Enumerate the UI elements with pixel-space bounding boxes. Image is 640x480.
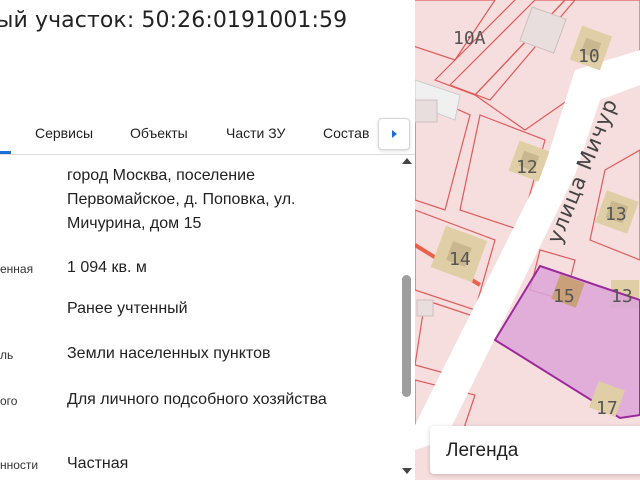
info-panel: ый участок: 50:26:0191001:59 Сервисы Объ… bbox=[0, 0, 415, 480]
parcel-label-17: 17 bbox=[596, 398, 618, 419]
land-category-label: ль bbox=[0, 348, 14, 362]
tab-parcel-parts[interactable]: Части ЗУ bbox=[226, 125, 285, 141]
tab-bar: Сервисы Объекты Части ЗУ Состав bbox=[0, 118, 415, 155]
cadastral-map[interactable]: 10А 10 12 13 14 15 13 17 улица Мичур bbox=[415, 0, 640, 480]
ownership-label: нности bbox=[0, 458, 39, 472]
area-value: 1 094 кв. м bbox=[67, 259, 147, 276]
tab-services[interactable]: Сервисы bbox=[35, 125, 93, 141]
chevron-right-icon bbox=[392, 130, 397, 138]
page-title: ый участок: 50:26:0191001:59 bbox=[0, 8, 348, 33]
active-tab-indicator bbox=[0, 151, 11, 154]
scroll-down-arrow[interactable] bbox=[402, 468, 412, 474]
address-value: город Москва, поселение Первомайское, д.… bbox=[67, 167, 296, 232]
parcel-label-12: 12 bbox=[516, 157, 538, 178]
parcel-label-13a: 13 bbox=[605, 204, 627, 225]
parcel-label-10: 10 bbox=[578, 46, 600, 67]
land-category-value: Земли населенных пунктов bbox=[67, 345, 271, 362]
area-label: енная bbox=[0, 262, 34, 276]
permitted-use-value: Для личного подсобного хозяйства bbox=[67, 391, 327, 408]
tab-composition[interactable]: Состав bbox=[323, 125, 369, 141]
parcel-label-15: 15 bbox=[553, 286, 575, 307]
scroll-up-arrow[interactable] bbox=[402, 158, 412, 164]
permitted-use-label: ого bbox=[0, 394, 18, 408]
status-value: Ранее учтенный bbox=[67, 300, 188, 317]
tab-objects[interactable]: Объекты bbox=[130, 125, 188, 141]
map-canvas: 10А 10 12 13 14 15 13 17 улица Мичур bbox=[415, 0, 640, 450]
parcel-label-14: 14 bbox=[449, 249, 471, 270]
ownership-value: Частная bbox=[67, 455, 129, 472]
parcel-label-13b: 13 bbox=[611, 286, 633, 307]
parcel-label-10a: 10А bbox=[453, 28, 486, 49]
scrollbar-thumb[interactable] bbox=[402, 275, 411, 397]
legend-button[interactable]: Легенда bbox=[430, 426, 640, 474]
tabs-scroll-right-button[interactable] bbox=[378, 118, 410, 150]
legend-label: Легенда bbox=[446, 440, 519, 461]
